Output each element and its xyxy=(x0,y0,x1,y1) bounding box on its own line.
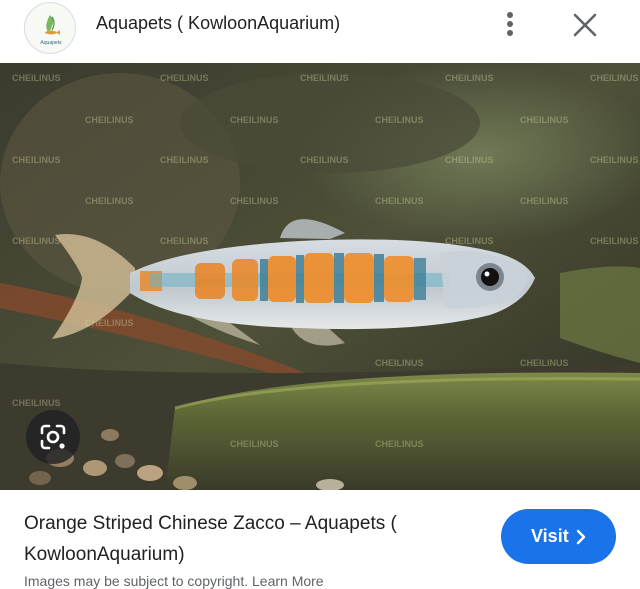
watermark-text: CHEILINUS xyxy=(520,115,569,125)
watermark-text: CHEILINUS xyxy=(12,155,61,165)
watermark-text: CHEILINUS xyxy=(85,196,134,206)
close-button[interactable] xyxy=(566,6,604,44)
watermark-text: CHEILINUS xyxy=(230,115,279,125)
watermark-text: CHEILINUS xyxy=(300,155,349,165)
logo-text: Aquapets xyxy=(40,40,62,46)
watermark-text: CHEILINUS xyxy=(375,115,424,125)
watermark-text: CHEILINUS xyxy=(445,236,494,246)
watermark-text: CHEILINUS xyxy=(160,73,209,83)
lens-search-icon xyxy=(40,424,66,450)
watermark-text: CHEILINUS xyxy=(375,439,424,449)
watermark-text: CHEILINUS xyxy=(590,73,639,83)
watermark-text: CHEILINUS xyxy=(85,115,134,125)
header-bar: Aquapets Aquapets ( KowloonAquarium) xyxy=(0,0,640,62)
watermark-text: CHEILINUS xyxy=(445,155,494,165)
site-name[interactable]: Aquapets ( KowloonAquarium) xyxy=(96,12,340,34)
watermark-text: CHEILINUS xyxy=(520,358,569,368)
watermark-text: CHEILINUS xyxy=(375,358,424,368)
watermark-text: CHEILINUS xyxy=(590,236,639,246)
lens-search-button[interactable] xyxy=(26,410,80,464)
copyright-caption: Images may be subject to copyright. Lear… xyxy=(24,573,324,589)
watermark-text: CHEILINUS xyxy=(230,196,279,206)
watermark-text: CHEILINUS xyxy=(160,155,209,165)
watermark-text: CHEILINUS xyxy=(300,73,349,83)
watermark-text: CHEILINUS xyxy=(85,318,134,328)
close-icon xyxy=(573,13,597,37)
watermark-text: CHEILINUS xyxy=(445,73,494,83)
watermark-text: CHEILINUS xyxy=(375,196,424,206)
more-vert-icon xyxy=(507,12,513,36)
watermark-text: CHEILINUS xyxy=(590,155,639,165)
chevron-right-icon xyxy=(576,529,586,545)
watermark-grid: CHEILINUS CHEILINUS CHEILINUS CHEILINUS … xyxy=(0,63,640,490)
result-image[interactable]: CHEILINUS CHEILINUS CHEILINUS CHEILINUS … xyxy=(0,63,640,490)
result-title[interactable]: Orange Striped Chinese Zacco – Aquapets … xyxy=(24,508,464,570)
watermark-text: CHEILINUS xyxy=(160,236,209,246)
watermark-text: CHEILINUS xyxy=(12,236,61,246)
site-logo[interactable]: Aquapets xyxy=(24,2,76,54)
watermark-text: CHEILINUS xyxy=(12,398,61,408)
watermark-text: CHEILINUS xyxy=(520,196,569,206)
visit-button[interactable]: Visit xyxy=(501,509,616,564)
visit-button-label: Visit xyxy=(531,526,569,546)
watermark-text: CHEILINUS xyxy=(12,73,61,83)
watermark-text: CHEILINUS xyxy=(230,439,279,449)
more-options-button[interactable] xyxy=(494,8,526,40)
aquapets-logo-icon: Aquapets xyxy=(40,15,62,46)
